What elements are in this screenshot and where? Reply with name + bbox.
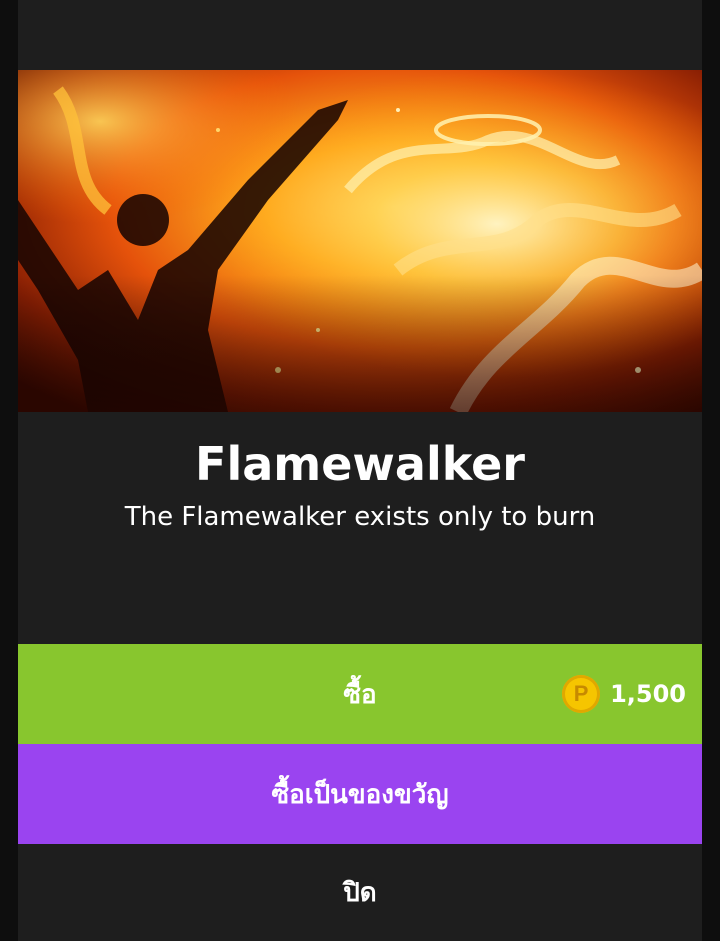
- coin-icon: P: [562, 675, 601, 713]
- item-description: The Flamewalker exists only to burn: [124, 502, 596, 532]
- price-amount: 1,500: [610, 680, 686, 708]
- backdrop-right: [702, 0, 720, 941]
- buy-button-label: ซื้อ: [343, 679, 377, 710]
- close-button-label: ปิด: [343, 878, 377, 908]
- backdrop-left: [0, 0, 18, 941]
- close-button[interactable]: ปิด: [18, 844, 702, 941]
- coin-symbol: P: [573, 681, 589, 706]
- item-banner-image: [18, 70, 702, 412]
- item-title: Flamewalker: [195, 437, 525, 491]
- item-purchase-dialog: Flamewalker The Flamewalker exists only …: [18, 0, 702, 941]
- buy-as-gift-label: ซื้อเป็นของขวัญ: [271, 779, 449, 810]
- price-tag: P 1,500: [562, 644, 686, 744]
- buy-as-gift-button[interactable]: ซื้อเป็นของขวัญ: [18, 744, 702, 844]
- buy-button[interactable]: ซื้อ P 1,500: [18, 644, 702, 744]
